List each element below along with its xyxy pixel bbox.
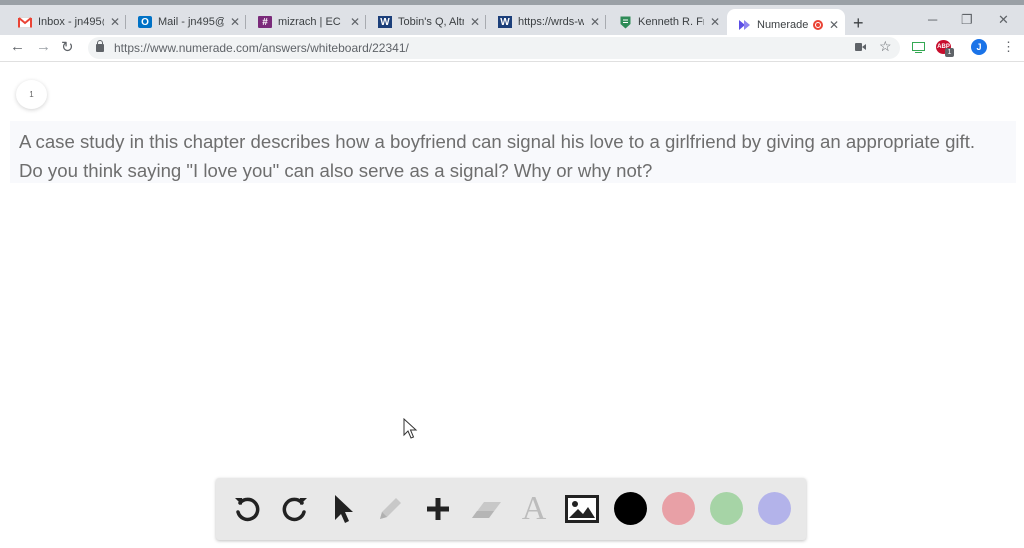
- plus-icon[interactable]: [421, 492, 455, 526]
- close-window-icon[interactable]: ✕: [998, 12, 1009, 28]
- forward-icon[interactable]: →: [36, 38, 51, 55]
- tab-kenneth-french[interactable]: Kenneth R. Fren ✕: [608, 9, 726, 35]
- text-icon[interactable]: A: [517, 490, 551, 527]
- camera-icon[interactable]: [855, 40, 866, 54]
- color-green-swatch[interactable]: [710, 492, 743, 525]
- extension-badge: 1: [945, 48, 954, 57]
- close-tab-icon[interactable]: ✕: [470, 15, 480, 29]
- tab-title: https://wrds-we: [518, 16, 584, 28]
- undo-icon[interactable]: [230, 492, 264, 526]
- tab-title: Tobin's Q, Altm: [398, 16, 464, 28]
- dartmouth-icon: [618, 16, 632, 28]
- tab-wrds-web[interactable]: W https://wrds-we ✕: [488, 9, 606, 35]
- close-tab-icon[interactable]: ✕: [110, 15, 120, 29]
- tab-title: Kenneth R. Fren: [638, 16, 704, 28]
- tab-title: mizrach | EC 53: [278, 16, 344, 28]
- reload-icon[interactable]: ↻: [61, 38, 74, 56]
- close-tab-icon[interactable]: ✕: [350, 15, 360, 29]
- tab-title: Inbox - jn495@: [38, 16, 104, 28]
- tab-tobins-q[interactable]: W Tobin's Q, Altm ✕: [368, 9, 486, 35]
- lock-icon: [96, 40, 104, 52]
- color-black-swatch[interactable]: [614, 492, 647, 525]
- color-pink-swatch[interactable]: [662, 492, 695, 525]
- color-purple-swatch[interactable]: [758, 492, 791, 525]
- close-tab-icon[interactable]: ✕: [590, 15, 600, 29]
- wrds-icon: W: [378, 16, 392, 28]
- site-icon: #: [258, 16, 272, 28]
- redo-icon[interactable]: [278, 492, 312, 526]
- outlook-icon: O: [138, 16, 152, 28]
- question-line-2: Do you think saying "I love you" can als…: [19, 160, 653, 181]
- minimize-icon[interactable]: ─: [928, 12, 937, 27]
- address-bar[interactable]: https://www.numerade.com/answers/whitebo…: [88, 37, 900, 59]
- image-icon[interactable]: [565, 492, 599, 526]
- whiteboard-toolbar: A: [216, 478, 806, 540]
- tab-strip: Inbox - jn495@ ✕ O Mail - jn495@e ✕ # mi…: [0, 0, 1024, 40]
- question-text: A case study in this chapter describes h…: [10, 121, 1016, 183]
- avatar[interactable]: J: [971, 39, 987, 55]
- tab-outlook-mail[interactable]: O Mail - jn495@e ✕: [128, 9, 246, 35]
- close-tab-icon[interactable]: ✕: [829, 18, 839, 32]
- tab-mizrach[interactable]: # mizrach | EC 53 ✕: [248, 9, 366, 35]
- pointer-icon[interactable]: [326, 492, 360, 526]
- menu-icon[interactable]: ⋮: [1002, 39, 1015, 55]
- question-line-1: A case study in this chapter describes h…: [19, 131, 976, 152]
- url-text: https://www.numerade.com/answers/whitebo…: [114, 41, 409, 55]
- cast-icon[interactable]: [911, 40, 926, 54]
- restore-icon[interactable]: ❐: [961, 12, 973, 28]
- browser-toolbar: ← → ↻ https://www.numerade.com/answers/w…: [0, 35, 1024, 62]
- eraser-icon[interactable]: [469, 492, 503, 526]
- pencil-icon[interactable]: [373, 492, 407, 526]
- page-number-badge[interactable]: 1: [16, 80, 47, 109]
- bookmark-star-icon[interactable]: ☆: [879, 38, 892, 55]
- wrds-icon: W: [498, 16, 512, 28]
- gmail-icon: [18, 16, 32, 28]
- tab-title: Numerade: [757, 18, 809, 31]
- numerade-icon: [737, 19, 751, 31]
- tab-gmail-inbox[interactable]: Inbox - jn495@ ✕: [8, 9, 126, 35]
- close-tab-icon[interactable]: ✕: [710, 15, 720, 29]
- back-icon[interactable]: ←: [10, 38, 25, 55]
- new-tab-button[interactable]: +: [853, 13, 864, 34]
- recording-icon: [812, 19, 823, 30]
- close-tab-icon[interactable]: ✕: [230, 15, 240, 29]
- tab-title: Mail - jn495@e: [158, 16, 224, 28]
